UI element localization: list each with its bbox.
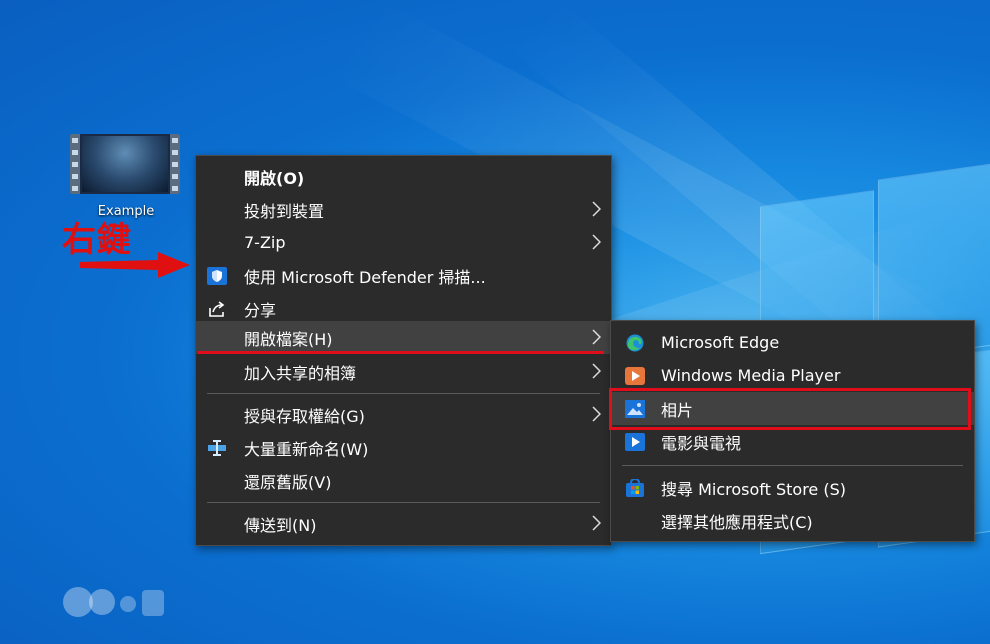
chevron-right-icon	[592, 234, 601, 250]
menu-item-open[interactable]: 開啟(O)	[196, 160, 611, 193]
menu-item-label: 7-Zip	[244, 233, 286, 252]
share-icon	[209, 301, 225, 317]
menu-item-label: 分享	[244, 300, 277, 320]
menu-item-give-access[interactable]: 授與存取權給(G)	[196, 398, 611, 431]
video-file-icon	[70, 134, 180, 194]
annotation-underline	[198, 351, 604, 354]
menu-item-label: Microsoft Edge	[661, 333, 780, 352]
watermark-logo-icon	[63, 587, 164, 617]
menu-item-label: Windows Media Player	[661, 366, 841, 385]
desktop-file-icon[interactable]: Example	[70, 134, 182, 219]
chevron-right-icon	[592, 363, 601, 379]
submenu-item-search-store[interactable]: 搜尋 Microsoft Store (S)	[611, 471, 974, 504]
chevron-right-icon	[592, 515, 601, 531]
menu-item-label: 使用 Microsoft Defender 掃描...	[244, 267, 486, 287]
menu-item-label: 投射到裝置	[244, 201, 325, 221]
menu-item-defender-scan[interactable]: 使用 Microsoft Defender 掃描...	[196, 259, 611, 292]
menu-item-label: 開啟(O)	[244, 168, 305, 188]
menu-item-send-to[interactable]: 傳送到(N)	[196, 507, 611, 540]
annotation-arrow-icon	[80, 252, 190, 278]
media-player-icon	[625, 367, 645, 385]
store-icon	[626, 479, 644, 497]
chevron-right-icon	[592, 201, 601, 217]
menu-item-label: 選擇其他應用程式(C)	[661, 512, 813, 532]
submenu-item-edge[interactable]: Microsoft Edge	[611, 326, 974, 359]
menu-separator	[207, 393, 600, 394]
menu-item-7zip[interactable]: 7-Zip	[196, 226, 611, 259]
menu-item-label: 開啟檔案(H)	[244, 329, 333, 349]
rename-icon	[208, 440, 226, 456]
submenu-item-choose-another-app[interactable]: 選擇其他應用程式(C)	[611, 504, 974, 537]
menu-item-add-to-shared-album[interactable]: 加入共享的相簿	[196, 355, 611, 388]
edge-icon	[626, 334, 644, 352]
menu-item-restore-previous[interactable]: 還原舊版(V)	[196, 464, 611, 497]
menu-item-bulk-rename[interactable]: 大量重新命名(W)	[196, 431, 611, 464]
menu-item-label: 加入共享的相簿	[244, 363, 357, 383]
menu-separator	[622, 465, 963, 466]
movies-tv-icon	[625, 433, 645, 451]
defender-shield-icon	[207, 267, 227, 285]
chevron-right-icon	[592, 329, 601, 345]
annotation-highlight-box	[609, 388, 971, 430]
menu-item-open-with[interactable]: 開啟檔案(H)	[196, 321, 611, 354]
menu-separator	[207, 502, 600, 503]
chevron-right-icon	[592, 406, 601, 422]
menu-item-cast-to-device[interactable]: 投射到裝置	[196, 193, 611, 226]
menu-item-label: 還原舊版(V)	[244, 472, 332, 492]
menu-item-label: 傳送到(N)	[244, 515, 317, 535]
open-with-submenu: Microsoft Edge Windows Media Player 相片 電…	[610, 320, 975, 542]
menu-item-label: 搜尋 Microsoft Store (S)	[661, 479, 847, 499]
menu-item-label: 電影與電視	[661, 433, 742, 453]
menu-item-label: 大量重新命名(W)	[244, 439, 369, 459]
menu-item-label: 授與存取權給(G)	[244, 406, 365, 426]
